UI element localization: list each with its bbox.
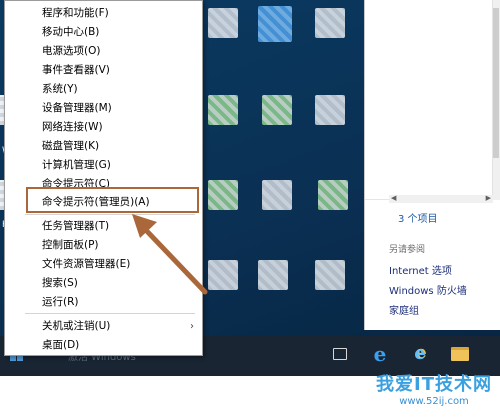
- chevron-right-icon: ›: [190, 321, 194, 332]
- menu-item-event-viewer[interactable]: 事件查看器(V): [5, 61, 202, 80]
- item-count-status: 3 个项目: [398, 214, 438, 225]
- desktop-icon[interactable]: [262, 180, 292, 210]
- ie-icon[interactable]: e: [410, 344, 430, 364]
- menu-item-mobility-center[interactable]: 移动中心(B): [5, 23, 202, 42]
- desktop-icon[interactable]: [208, 260, 238, 290]
- desktop-icon[interactable]: [208, 95, 238, 125]
- horizontal-scrollbar[interactable]: ◀ ▶: [389, 194, 493, 203]
- edge-icon[interactable]: e: [370, 344, 390, 364]
- menu-separator: [25, 214, 195, 215]
- menu-item-network-connections[interactable]: 网络连接(W): [5, 118, 202, 137]
- menu-separator: [25, 313, 195, 314]
- file-explorer-window: ◀ ▶ 3 个项目 另请参阅 Internet 选项 Windows 防火墙 家…: [364, 0, 500, 330]
- scrollbar-thumb[interactable]: [493, 8, 499, 158]
- menu-item-task-manager[interactable]: 任务管理器(T): [5, 217, 202, 236]
- site-watermark: 我爱IT技术网 www.52ij.com: [376, 370, 492, 407]
- menu-item-disk-management[interactable]: 磁盘管理(K): [5, 137, 202, 156]
- scroll-left-icon[interactable]: ◀: [391, 194, 396, 202]
- link-windows-firewall[interactable]: Windows 防火墙: [389, 282, 467, 297]
- desktop-icon[interactable]: [208, 180, 238, 210]
- link-internet-options[interactable]: Internet 选项: [389, 262, 452, 277]
- desktop-icon[interactable]: [315, 260, 345, 290]
- menu-item-programs-features[interactable]: 程序和功能(F): [5, 4, 202, 23]
- menu-item-desktop[interactable]: 桌面(D): [5, 336, 202, 355]
- winx-context-menu: 程序和功能(F) 移动中心(B) 电源选项(O) 事件查看器(V) 系统(Y) …: [4, 0, 203, 356]
- link-homegroup[interactable]: 家庭组: [389, 302, 419, 317]
- vertical-scrollbar[interactable]: [492, 0, 500, 200]
- file-list-area[interactable]: [365, 0, 500, 200]
- task-view-icon[interactable]: [330, 344, 350, 364]
- menu-item-device-manager[interactable]: 设备管理器(M): [5, 99, 202, 118]
- desktop-icon[interactable]: [258, 6, 292, 42]
- watermark-url: www.52ij.com: [399, 396, 469, 407]
- menu-item-control-panel[interactable]: 控制面板(P): [5, 236, 202, 255]
- watermark-title: 我爱IT技术网: [376, 374, 492, 395]
- desktop-icon[interactable]: [262, 95, 292, 125]
- desktop-icon[interactable]: [258, 260, 288, 290]
- menu-item-run[interactable]: 运行(R): [5, 293, 202, 312]
- highlight-annotation-box: [26, 187, 199, 213]
- desktop-icon[interactable]: [318, 180, 348, 210]
- scroll-right-icon[interactable]: ▶: [486, 194, 491, 202]
- file-explorer-icon[interactable]: [450, 344, 470, 364]
- see-also-heading: 另请参阅: [389, 245, 426, 255]
- menu-item-computer-management[interactable]: 计算机管理(G): [5, 156, 202, 175]
- menu-item-file-explorer[interactable]: 文件资源管理器(E): [5, 255, 202, 274]
- desktop-icon[interactable]: [315, 95, 345, 125]
- desktop-icon[interactable]: [208, 8, 238, 38]
- menu-item-system[interactable]: 系统(Y): [5, 80, 202, 99]
- desktop-icon[interactable]: [315, 8, 345, 38]
- menu-item-power-options[interactable]: 电源选项(O): [5, 42, 202, 61]
- menu-item-search[interactable]: 搜索(S): [5, 274, 202, 293]
- menu-item-shutdown-signout[interactable]: 关机或注销(U) ›: [5, 317, 202, 336]
